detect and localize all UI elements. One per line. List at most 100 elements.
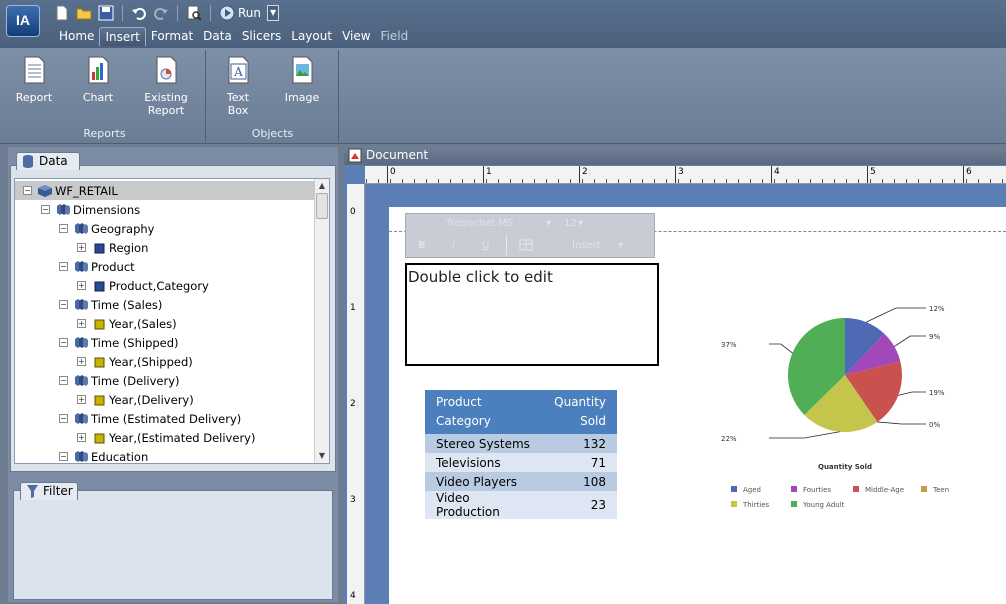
ruler-label: 2	[582, 167, 588, 177]
italic-button[interactable]: I	[452, 240, 455, 251]
collapse-icon[interactable]: −	[59, 224, 68, 233]
insert-dropdown-icon[interactable]: ▾	[618, 240, 623, 251]
tree-scrollbar[interactable]: ▲ ▼	[314, 179, 329, 463]
tree-item[interactable]: − Time (Shipped)	[59, 333, 179, 352]
tree-item[interactable]: − Time (Estimated Delivery)	[59, 409, 241, 428]
ruler-label: 6	[966, 167, 972, 177]
menu-format[interactable]: Format	[146, 27, 198, 46]
menu-data[interactable]: Data	[198, 27, 237, 46]
tree-item[interactable]: − WF_RETAIL	[15, 181, 315, 200]
bold-button[interactable]: B	[418, 240, 426, 251]
redo-icon[interactable]	[153, 5, 169, 21]
font-dropdown-icon[interactable]: ▾	[546, 218, 551, 229]
ruler-tick	[798, 179, 799, 183]
report-table[interactable]: Product Category Quantity Sold Stereo Sy…	[425, 390, 617, 519]
run-dropdown-button[interactable]: ▼	[267, 5, 280, 21]
collapse-icon[interactable]: −	[59, 262, 68, 271]
scroll-down-icon[interactable]: ▼	[316, 450, 328, 462]
ruler-tick	[594, 179, 595, 183]
ruler-major-tick	[483, 166, 484, 183]
tree-item[interactable]: + Product,Category	[77, 276, 209, 295]
tree-item[interactable]: + Year,(Estimated Delivery)	[77, 428, 255, 447]
font-size-select[interactable]: 12	[564, 218, 577, 229]
text-box[interactable]: Double click to edit	[405, 263, 659, 366]
expand-icon[interactable]: +	[77, 395, 86, 404]
tree-item[interactable]: + Region	[77, 238, 148, 257]
data-tab[interactable]: Data	[16, 152, 80, 170]
insert-menu[interactable]: Insert	[572, 240, 601, 251]
table-header-product-category[interactable]: Product Category	[425, 390, 544, 434]
menu-slicers[interactable]: Slicers	[237, 27, 286, 46]
size-dropdown-icon[interactable]: ▾	[578, 218, 583, 229]
scroll-thumb[interactable]	[316, 193, 328, 219]
expand-icon[interactable]: +	[77, 281, 86, 290]
tree-item[interactable]: − Geography	[59, 219, 155, 238]
table-cell-category: Televisions	[425, 453, 544, 472]
save-icon[interactable]	[98, 5, 114, 21]
vertical-ruler: 0 1 2 3 4	[347, 184, 365, 604]
tree-item[interactable]: − Time (Sales)	[59, 295, 162, 314]
ruler-tick	[858, 179, 859, 183]
legend-swatch	[921, 486, 927, 492]
menu-insert[interactable]: Insert	[99, 27, 146, 46]
expand-icon[interactable]: +	[77, 243, 86, 252]
chart-button[interactable]: Chart	[74, 56, 122, 104]
ruler-tick	[690, 179, 691, 183]
print-preview-icon[interactable]	[186, 5, 202, 21]
collapse-icon[interactable]: −	[59, 414, 68, 423]
tree-item[interactable]: − Dimensions	[41, 200, 140, 219]
menu-view[interactable]: View	[337, 27, 375, 46]
table-row[interactable]: Televisions 71	[425, 453, 617, 472]
table-header-quantity-sold[interactable]: Quantity Sold	[543, 390, 617, 434]
collapse-icon[interactable]: −	[41, 205, 50, 214]
tree-item-label: Dimensions	[73, 202, 141, 217]
collapse-icon[interactable]: −	[59, 452, 68, 461]
collapse-icon[interactable]: −	[23, 186, 32, 195]
filter-tab[interactable]: Filter	[20, 482, 78, 500]
tree-item[interactable]: − Time (Delivery)	[59, 371, 180, 390]
report-button[interactable]: Report	[10, 56, 58, 104]
header-line: Category	[436, 414, 491, 428]
ruler-label: 3	[678, 167, 684, 177]
run-button[interactable]: Run	[219, 5, 261, 21]
menu-field[interactable]: Field	[376, 27, 414, 46]
ruler-tick	[678, 179, 679, 183]
scroll-up-icon[interactable]: ▲	[316, 180, 328, 192]
image-button[interactable]: Image	[279, 56, 325, 104]
expand-icon[interactable]: +	[77, 357, 86, 366]
underline-button[interactable]: U	[482, 240, 489, 251]
time-hierarchy-icon	[92, 432, 106, 444]
tree-item[interactable]: + Year,(Shipped)	[77, 352, 193, 371]
menu-layout[interactable]: Layout	[286, 27, 337, 46]
table-row[interactable]: Stereo Systems 132	[425, 434, 617, 453]
text-box-button[interactable]: A Text Box	[215, 56, 261, 117]
pie-data-label: 22%	[721, 435, 737, 443]
horizontal-ruler: 0 1 2 3 4 5 6	[365, 166, 1006, 184]
tree-item[interactable]: − Education	[59, 447, 148, 463]
collapse-icon[interactable]: −	[59, 376, 68, 385]
tree-item[interactable]: + Year,(Delivery)	[77, 390, 194, 409]
new-document-icon[interactable]	[54, 5, 70, 21]
existing-report-button[interactable]: Existing Report	[138, 56, 194, 117]
report-canvas[interactable]: Trebuchet MS ▾ 12 ▾ B I U Insert ▾ Doubl…	[389, 207, 1006, 604]
ruler-label: 1	[486, 167, 492, 177]
text-box-placeholder: Double click to edit	[408, 268, 553, 286]
tree-item[interactable]: − Product	[59, 257, 135, 276]
pie-chart[interactable]: 12% 9% 19% 0% 22% 37% Quantity Sold Aged Fourtie…	[719, 303, 979, 523]
table-row[interactable]: Video Players 108	[425, 472, 617, 491]
undo-icon[interactable]	[131, 5, 147, 21]
collapse-icon[interactable]: −	[59, 300, 68, 309]
collapse-icon[interactable]: −	[59, 338, 68, 347]
menu-home[interactable]: Home	[54, 27, 99, 46]
ruler-tick	[642, 179, 643, 183]
legend-label: Teen	[932, 486, 949, 494]
time-hierarchy-icon	[92, 318, 106, 330]
table-grid-icon[interactable]	[519, 239, 533, 251]
font-family-select[interactable]: Trebuchet MS	[446, 218, 513, 229]
expand-icon[interactable]: +	[77, 433, 86, 442]
ruler-tick	[774, 179, 775, 183]
expand-icon[interactable]: +	[77, 319, 86, 328]
open-folder-icon[interactable]	[76, 5, 92, 21]
tree-item[interactable]: + Year,(Sales)	[77, 314, 177, 333]
table-row[interactable]: Video Production 23	[425, 491, 617, 519]
